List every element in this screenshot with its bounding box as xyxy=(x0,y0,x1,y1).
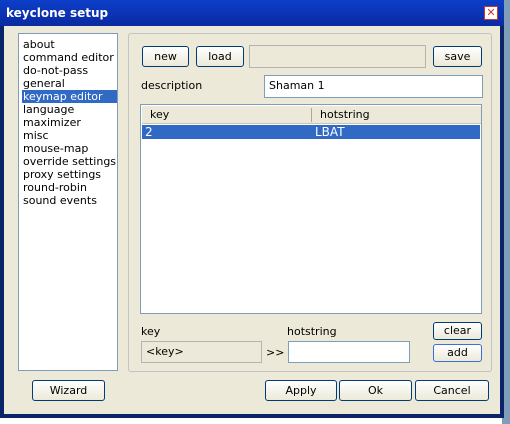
wizard-button[interactable]: Wizard xyxy=(32,380,105,401)
sidebar-item-misc[interactable]: misc xyxy=(22,129,117,142)
row-hotstring-cell: LBAT xyxy=(315,125,345,139)
hotstring-label: hotstring xyxy=(287,325,337,338)
sidebar-item-override-settings[interactable]: override settings xyxy=(22,155,117,168)
sidebar-item-maximizer[interactable]: maximizer xyxy=(22,116,117,129)
sidebar-item-general[interactable]: general xyxy=(22,77,117,90)
sidebar-item-language[interactable]: language xyxy=(22,103,117,116)
sidebar-item-sound-events[interactable]: sound events xyxy=(22,194,117,207)
load-button[interactable]: load xyxy=(196,46,244,67)
new-button[interactable]: new xyxy=(142,46,189,67)
file-name-field xyxy=(249,45,426,68)
column-header-hotstring[interactable]: hotstring xyxy=(312,106,481,124)
description-input[interactable]: Shaman 1 xyxy=(264,75,483,98)
ok-button[interactable]: Ok xyxy=(339,380,412,401)
save-button[interactable]: save xyxy=(433,46,482,67)
window-title: keyclone setup xyxy=(6,6,109,20)
apply-button[interactable]: Apply xyxy=(265,380,337,401)
add-button[interactable]: add xyxy=(433,344,482,362)
keymap-table[interactable]: key hotstring 2 LBAT xyxy=(140,104,482,314)
sidebar-item-round-robin[interactable]: round-robin xyxy=(22,181,117,194)
hotstring-input[interactable] xyxy=(288,341,410,363)
sidebar-item-mouse-map[interactable]: mouse-map xyxy=(22,142,117,155)
sidebar-item-command-editor[interactable]: command editor xyxy=(22,51,117,64)
arrow-label: >> xyxy=(266,346,285,359)
key-capture-field[interactable]: <key> xyxy=(141,341,262,363)
key-label: key xyxy=(141,325,161,338)
sidebar-item-keymap-editor[interactable]: keymap editor xyxy=(22,90,117,103)
dialog-client: about command editor do-not-pass general… xyxy=(4,26,500,414)
column-header-key[interactable]: key xyxy=(142,106,312,124)
sidebar-item-proxy-settings[interactable]: proxy settings xyxy=(22,168,117,181)
setup-window: keyclone setup ✕ about command editor do… xyxy=(0,0,504,418)
title-bar[interactable]: keyclone setup ✕ xyxy=(0,0,504,26)
close-icon[interactable]: ✕ xyxy=(484,6,498,20)
description-label: description xyxy=(141,79,203,92)
table-row[interactable]: 2 LBAT xyxy=(142,125,480,139)
row-key-cell: 2 xyxy=(145,125,153,139)
sidebar-item-about[interactable]: about xyxy=(22,38,117,51)
cancel-button[interactable]: Cancel xyxy=(415,380,489,401)
clear-button[interactable]: clear xyxy=(433,322,482,340)
settings-category-list[interactable]: about command editor do-not-pass general… xyxy=(18,33,118,371)
sidebar-item-do-not-pass[interactable]: do-not-pass xyxy=(22,64,117,77)
